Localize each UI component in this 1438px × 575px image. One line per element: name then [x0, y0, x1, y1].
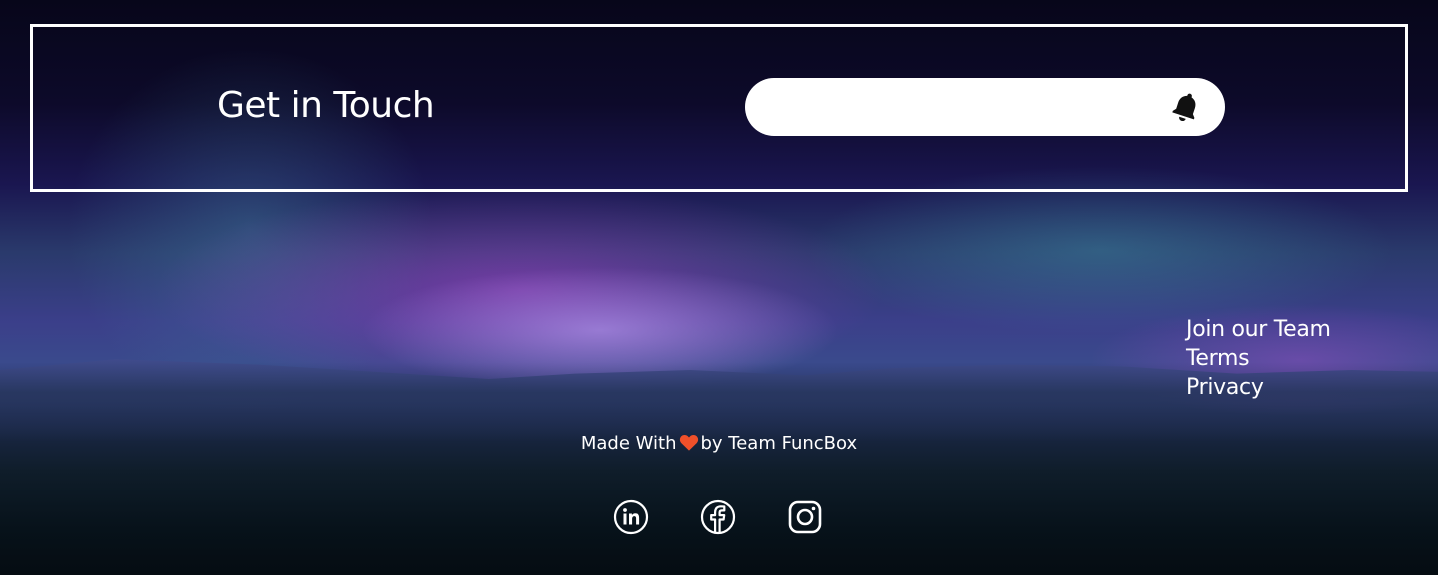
terms-link[interactable]: Terms — [1186, 344, 1331, 373]
footer-links: Join our Team Terms Privacy — [1186, 315, 1331, 402]
instagram-icon[interactable] — [787, 499, 823, 535]
credit-line: Made With by Team FuncBox — [0, 433, 1438, 454]
social-links — [0, 499, 1438, 537]
contact-box: Get in Touch — [30, 24, 1408, 192]
contact-title: Get in Touch — [217, 85, 435, 126]
bell-icon[interactable] — [1169, 90, 1203, 124]
linkedin-icon[interactable] — [613, 499, 649, 535]
credit-prefix: Made With — [580, 433, 677, 454]
heart-icon — [679, 434, 698, 451]
credit-suffix: by Team FuncBox — [700, 433, 858, 454]
email-input[interactable] — [769, 92, 1163, 124]
facebook-icon[interactable] — [700, 499, 736, 535]
join-team-link[interactable]: Join our Team — [1186, 315, 1331, 344]
subscribe-form — [745, 78, 1225, 136]
privacy-link[interactable]: Privacy — [1186, 373, 1331, 402]
footer-section: Get in Touch Join our Team Terms Privacy… — [0, 0, 1438, 575]
